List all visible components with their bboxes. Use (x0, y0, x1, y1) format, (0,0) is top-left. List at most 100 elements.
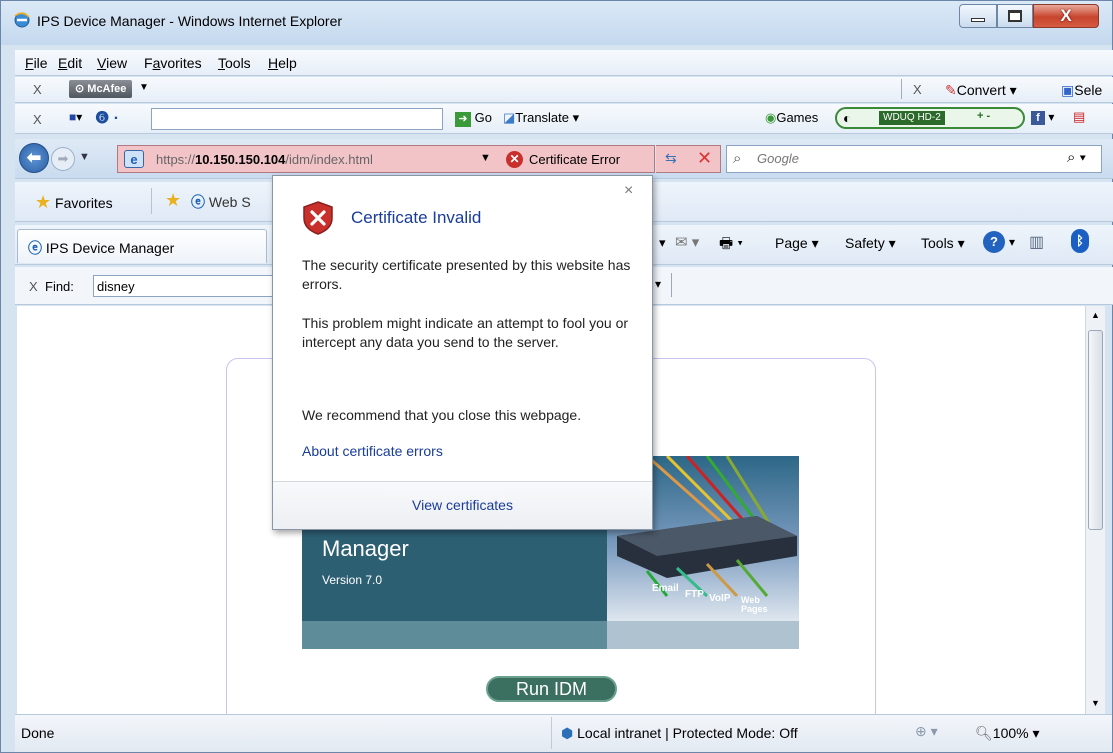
bluetooth-icon[interactable]: ᛒ (1071, 229, 1089, 253)
select-button[interactable]: ▣Sele (1061, 82, 1102, 99)
view-certificates-link[interactable]: View certificates (273, 497, 652, 513)
address-bar[interactable]: e https://10.150.150.104/idm/index.html … (117, 145, 655, 173)
popup-footer: View certificates (273, 481, 652, 529)
search-placeholder: Google (757, 151, 799, 166)
search-go-icon[interactable]: ⌕ ▾ (1067, 149, 1086, 166)
youtube-icon[interactable]: ▤ (1073, 109, 1085, 125)
mcafee-button[interactable]: ⊙ McAfee (69, 80, 133, 98)
popup-title: Certificate Invalid (351, 208, 482, 227)
find-divider (671, 273, 672, 297)
radio-widget[interactable]: ◐ WDUQ HD-2 + - (835, 107, 1025, 129)
browser-window: IPS Device Manager - Windows Internet Ex… (0, 0, 1113, 753)
shield-error-icon (303, 201, 333, 235)
scroll-up-icon[interactable]: ▲ (1091, 310, 1100, 320)
scroll-down-icon[interactable]: ▼ (1091, 698, 1100, 708)
toolbar-close-button[interactable]: X (33, 82, 42, 97)
find-close-button[interactable]: X (29, 279, 38, 294)
security-zone[interactable]: ⬢ Local intranet | Protected Mode: Off (561, 725, 798, 742)
status-text: Done (21, 725, 55, 741)
menu-edit[interactable]: Edit (58, 55, 82, 71)
ie-logo-icon (14, 12, 30, 28)
ie-page-icon: ⓔ (191, 194, 205, 210)
minimize-button[interactable] (959, 4, 997, 28)
research-icon[interactable]: ▥ (1029, 232, 1044, 252)
facebook-icon[interactable]: f ▾ (1031, 110, 1054, 125)
shield-error-icon: ✕ (506, 150, 523, 168)
translate-button[interactable]: ◪Translate ▾ (503, 110, 579, 126)
forward-arrow-icon: ➡ (57, 151, 69, 166)
menu-view[interactable]: View (97, 55, 127, 71)
toolbar-search-input[interactable] (151, 108, 443, 130)
stop-icon: ✕ (697, 148, 713, 168)
scroll-thumb[interactable] (1088, 330, 1103, 530)
back-arrow-icon: ⬅ (26, 148, 42, 167)
tools-menu[interactable]: Tools ▾ (921, 235, 965, 252)
toolbar-divider (901, 79, 902, 99)
convert-button[interactable]: ✎Convert ▾ (945, 82, 1017, 99)
menu-help[interactable]: Help (268, 55, 297, 71)
history-dropdown-icon[interactable]: ▼ (79, 151, 90, 163)
product-version: Version 7.0 (322, 573, 383, 587)
favorites-star-icon: ★ (35, 192, 52, 212)
page-icon: e (124, 150, 144, 168)
safety-menu[interactable]: Safety ▾ (845, 235, 896, 252)
mail-icon[interactable]: ✉ ▾ (675, 233, 699, 251)
close-window-button[interactable]: X (1033, 4, 1099, 28)
page-menu[interactable]: Page ▾ (775, 235, 819, 252)
favorites-button[interactable]: ★ Favorites (35, 192, 113, 213)
address-dropdown-icon[interactable]: ▼ (480, 152, 491, 164)
certificate-error-button[interactable]: ✕ Certificate Error (502, 149, 626, 169)
search-icon: ⌕ (733, 150, 742, 167)
search-toolbar-close[interactable]: X (33, 112, 42, 127)
close-icon: X (1060, 6, 1072, 25)
maximize-button[interactable] (997, 4, 1033, 28)
stop-button[interactable]: ✕ (689, 145, 721, 173)
run-idm-button[interactable]: Run IDM (486, 676, 617, 702)
favorites-divider (151, 188, 152, 214)
print-icon[interactable]: 🖶 ▾ (719, 233, 743, 258)
games-button[interactable]: ◉Games (765, 110, 818, 126)
tab-label: ⓔ IPS Device Manager (28, 240, 175, 256)
menu-file[interactable]: File (25, 55, 48, 71)
toolbar-logo-icon[interactable]: ❻ · (95, 108, 119, 128)
back-button[interactable]: ⬅ (19, 143, 49, 173)
tab-ips-device-manager[interactable]: ⓔ IPS Device Manager (17, 229, 267, 263)
protected-mode-icon[interactable]: ⊕ ▾ (915, 723, 938, 740)
web-slice-link[interactable]: ⓔ Web S (191, 192, 251, 212)
go-button[interactable]: ➜ Go (455, 110, 492, 127)
minimize-icon (971, 18, 985, 22)
zoom-icon: 🔍︎ (975, 725, 993, 741)
flag-icon: ■ (69, 110, 77, 124)
menu-bar: File Edit View Favorites Tools Help (15, 50, 1113, 76)
find-options-dropdown[interactable]: ▾ (655, 277, 661, 291)
tab-toolbar-dropdown[interactable]: ▾ (659, 235, 666, 251)
menu-tools[interactable]: Tools (218, 55, 251, 71)
forward-button[interactable]: ➡ (51, 147, 75, 171)
status-bar: Done ⬢ Local intranet | Protected Mode: … (15, 714, 1112, 752)
help-icon[interactable]: ? (983, 231, 1005, 253)
popup-close-button[interactable]: × (624, 182, 633, 200)
maximize-icon (1008, 10, 1022, 22)
search-box[interactable]: ⌕ Google ⌕ ▾ (726, 145, 1102, 173)
product-name: Manager (322, 536, 409, 561)
intranet-icon: ⬢ (561, 725, 574, 741)
help-dropdown-icon[interactable]: ▾ (1009, 235, 1015, 249)
popup-paragraph-2: This problem might indicate an attempt t… (302, 315, 629, 350)
vertical-scrollbar[interactable]: ▲ ▼ (1085, 306, 1105, 714)
toolbar-close-button-2[interactable]: X (913, 82, 922, 97)
search-toolbar: X ■▾ ❻ · ➜ Go ◪Translate ▾ ◉Games ◐ WDUQ… (15, 104, 1113, 134)
add-favorite-icon[interactable]: ★ (165, 190, 181, 211)
radio-volume[interactable]: + - (977, 110, 990, 122)
graphic-label-web-pages: Web Pages (741, 595, 768, 614)
address-url[interactable]: https://10.150.150.104/idm/index.html (156, 152, 373, 167)
menu-favorites[interactable]: Favorites (144, 55, 202, 71)
compatibility-button[interactable]: ⇆ (656, 145, 690, 173)
about-certificate-errors-link[interactable]: About certificate errors (302, 442, 642, 461)
flag-dropdown[interactable]: ■▾ (69, 110, 82, 124)
title-bar: IPS Device Manager - Windows Internet Ex… (1, 1, 1112, 45)
mcafee-dropdown-icon[interactable]: ▼ (139, 82, 149, 93)
radio-play-icon: ◐ (843, 110, 852, 126)
find-input[interactable] (93, 275, 273, 297)
popup-paragraph-3: We recommend that you close this webpage… (302, 407, 582, 423)
zoom-control[interactable]: 🔍︎100% ▾ (975, 725, 1040, 742)
